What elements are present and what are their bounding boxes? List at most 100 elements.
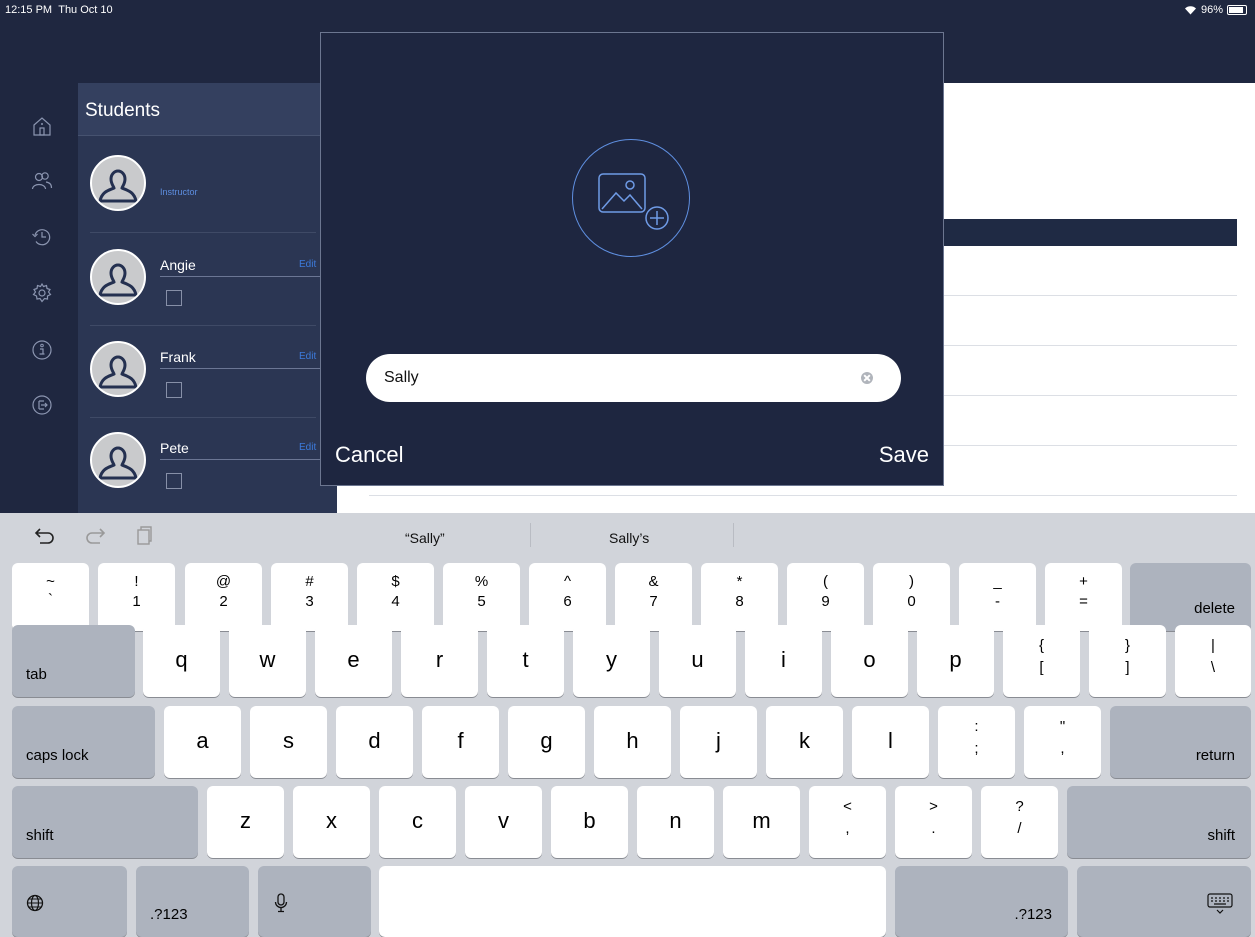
key-x[interactable]: x [293, 786, 370, 858]
suggestion-quoted[interactable]: “Sally” [405, 530, 445, 546]
key-equals[interactable]: + = [1045, 563, 1122, 631]
save-button[interactable]: Save [879, 442, 929, 468]
home-icon[interactable] [31, 115, 53, 137]
key-z[interactable]: z [207, 786, 284, 858]
key-e[interactable]: e [315, 625, 392, 697]
key-o[interactable]: o [831, 625, 908, 697]
add-photo-button[interactable] [572, 139, 690, 257]
key-c[interactable]: c [379, 786, 456, 858]
key-r[interactable]: r [401, 625, 478, 697]
key-m[interactable]: m [723, 786, 800, 858]
key-tilde[interactable]: ~ ` [12, 563, 89, 631]
key-v[interactable]: v [465, 786, 542, 858]
key-i[interactable]: i [745, 625, 822, 697]
space-bar[interactable] [379, 866, 886, 937]
select-checkbox[interactable] [166, 290, 182, 306]
key-minus[interactable]: _ - [959, 563, 1036, 631]
key-0[interactable]: ) 0 [873, 563, 950, 631]
numbers-key-right[interactable]: .?123 [895, 866, 1068, 937]
key-bracket-right[interactable]: }] [1089, 625, 1166, 697]
battery-icon [1227, 5, 1247, 15]
student-name: Angie [160, 257, 196, 273]
key-u[interactable]: u [659, 625, 736, 697]
shift-right-key[interactable]: shift [1067, 786, 1251, 858]
add-photo-icon [597, 172, 669, 230]
logout-icon[interactable] [31, 394, 53, 416]
keyboard-toolbar: “Sally” Sally’s [0, 513, 1255, 559]
key-j[interactable]: j [680, 706, 757, 778]
history-icon[interactable] [31, 226, 53, 248]
name-underline [160, 276, 320, 277]
key-semicolon[interactable]: :; [938, 706, 1015, 778]
key-2[interactable]: @2 [185, 563, 262, 631]
key-6[interactable]: ^ 6 [529, 563, 606, 631]
key-h[interactable]: h [594, 706, 671, 778]
key-8[interactable]: * 8 [701, 563, 778, 631]
select-checkbox[interactable] [166, 473, 182, 489]
divider [90, 417, 316, 418]
hide-keyboard-key[interactable] [1077, 866, 1251, 937]
key-w[interactable]: w [229, 625, 306, 697]
tab-key[interactable]: tab [12, 625, 135, 697]
globe-icon [26, 894, 44, 912]
student-name-input[interactable] [384, 354, 854, 402]
key-t[interactable]: t [487, 625, 564, 697]
key-g[interactable]: g [508, 706, 585, 778]
keyboard-hide-icon [1207, 893, 1233, 914]
battery-percent: 96% [1200, 4, 1223, 16]
key-bracket-left[interactable]: {[ [1003, 625, 1080, 697]
divider [90, 325, 316, 326]
key-d[interactable]: d [336, 706, 413, 778]
select-checkbox[interactable] [166, 382, 182, 398]
key-3[interactable]: #3 [271, 563, 348, 631]
key-comma[interactable]: <, [809, 786, 886, 858]
dictation-key[interactable] [258, 866, 371, 937]
info-icon[interactable] [31, 339, 53, 361]
key-k[interactable]: k [766, 706, 843, 778]
key-y[interactable]: y [573, 625, 650, 697]
list-item[interactable]: Pete Edit [78, 432, 337, 513]
delete-key[interactable]: delete [1130, 563, 1251, 631]
key-period[interactable]: >. [895, 786, 972, 858]
clear-text-button[interactable] [861, 372, 873, 384]
edit-button[interactable]: Edit [299, 351, 316, 362]
shift-left-key[interactable]: shift [12, 786, 198, 858]
key-n[interactable]: n [637, 786, 714, 858]
divider [90, 232, 316, 233]
edit-button[interactable]: Edit [299, 442, 316, 453]
key-b[interactable]: b [551, 786, 628, 858]
cancel-button[interactable]: Cancel [335, 442, 403, 468]
key-l[interactable]: l [852, 706, 929, 778]
key-7[interactable]: & 7 [615, 563, 692, 631]
key-backslash[interactable]: | \ [1175, 625, 1251, 697]
globe-key[interactable] [12, 866, 127, 937]
key-s[interactable]: s [250, 706, 327, 778]
people-icon[interactable] [31, 170, 53, 192]
name-underline [160, 459, 320, 460]
numbers-key-left[interactable]: .?123 [136, 866, 249, 937]
student-name-field[interactable] [366, 354, 901, 402]
key-f[interactable]: f [422, 706, 499, 778]
key-a[interactable]: a [164, 706, 241, 778]
key-quote[interactable]: ", [1024, 706, 1101, 778]
redo-icon[interactable] [84, 525, 106, 545]
on-screen-keyboard: “Sally” Sally’s ~ ` ! 1 @2 #3 $4 % 5 ^ 6 & 7 … [0, 513, 1255, 937]
key-1[interactable]: ! 1 [98, 563, 175, 631]
instructor-label: Instructor [160, 187, 198, 197]
suggestion-possessive[interactable]: Sally’s [609, 530, 649, 546]
students-panel: Students Instructor Angie Edit Frank Edi… [78, 83, 337, 513]
key-9[interactable]: (9 [787, 563, 864, 631]
key-4[interactable]: $4 [357, 563, 434, 631]
undo-icon[interactable] [34, 525, 56, 545]
return-key[interactable]: return [1110, 706, 1251, 778]
key-slash[interactable]: ? / [981, 786, 1058, 858]
key-p[interactable]: p [917, 625, 994, 697]
caps-lock-key[interactable]: caps lock [12, 706, 155, 778]
key-q[interactable]: q [143, 625, 220, 697]
edit-button[interactable]: Edit [299, 259, 316, 270]
avatar [90, 249, 146, 305]
student-name: Frank [160, 349, 196, 365]
key-5[interactable]: % 5 [443, 563, 520, 631]
gear-icon[interactable] [31, 282, 53, 304]
paste-icon[interactable] [134, 525, 154, 547]
